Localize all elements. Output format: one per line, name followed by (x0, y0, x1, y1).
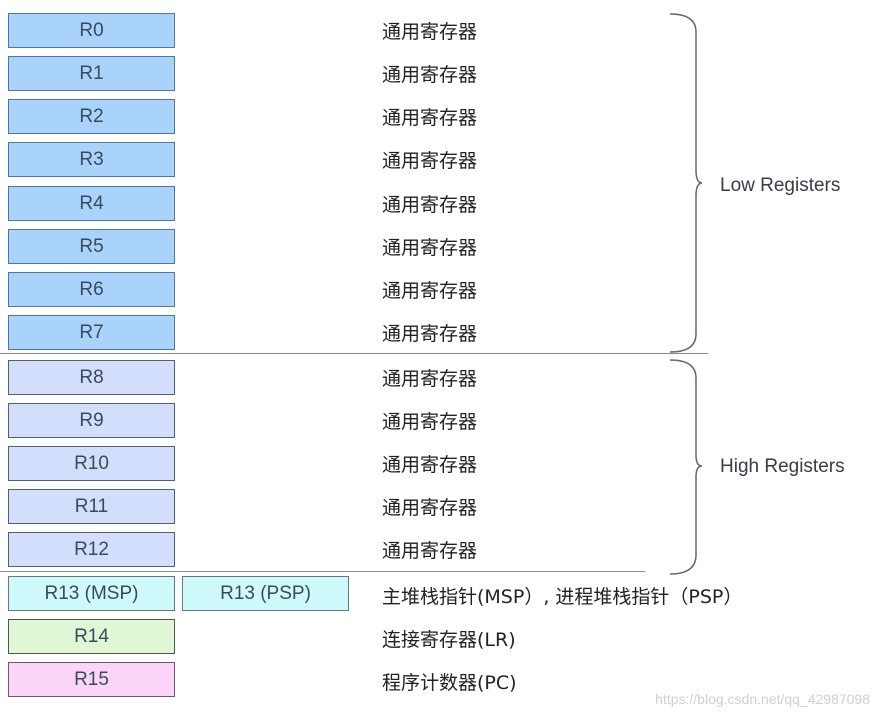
register-r2: R2 (8, 99, 175, 134)
register-r6: R6 (8, 272, 175, 307)
register-r13-psp: R13 (PSP) (182, 576, 349, 611)
high-registers-brace (669, 359, 703, 575)
register-r3-description: 通用寄存器 (382, 150, 478, 172)
register-r0: R0 (8, 13, 175, 48)
register-r10: R10 (8, 446, 175, 481)
register-r13-description: 主堆栈指针(MSP）, 进程堆栈指针（PSP） (382, 586, 743, 608)
register-r10-description: 通用寄存器 (382, 454, 478, 476)
register-r12: R12 (8, 532, 175, 567)
register-r1: R1 (8, 56, 175, 91)
register-r5-description: 通用寄存器 (382, 237, 478, 259)
register-r2-description: 通用寄存器 (382, 107, 478, 129)
low-high-divider (0, 353, 708, 354)
watermark: https://blog.csdn.net/qq_42987098 (655, 691, 870, 707)
register-r5: R5 (8, 229, 175, 264)
register-r7-description: 通用寄存器 (382, 323, 478, 345)
register-r13-msp: R13 (MSP) (8, 576, 175, 611)
register-r11: R11 (8, 489, 175, 524)
register-r8: R8 (8, 360, 175, 395)
register-r1-description: 通用寄存器 (382, 64, 478, 86)
low-registers-brace (669, 13, 703, 353)
register-r7: R7 (8, 315, 175, 350)
register-r4: R4 (8, 186, 175, 221)
register-r8-description: 通用寄存器 (382, 368, 478, 390)
high-registers-label: High Registers (720, 456, 845, 477)
register-r11-description: 通用寄存器 (382, 497, 478, 519)
register-r12-description: 通用寄存器 (382, 540, 478, 562)
register-r9: R9 (8, 403, 175, 438)
register-r0-description: 通用寄存器 (382, 21, 478, 43)
low-registers-label: Low Registers (720, 175, 841, 196)
register-r9-description: 通用寄存器 (382, 411, 478, 433)
high-special-divider (0, 571, 645, 572)
register-r15-description: 程序计数器(PC) (382, 672, 517, 694)
register-r14: R14 (8, 619, 175, 654)
register-r4-description: 通用寄存器 (382, 194, 478, 216)
register-r15: R15 (8, 662, 175, 697)
register-r14-description: 连接寄存器(LR) (382, 629, 516, 651)
register-r6-description: 通用寄存器 (382, 280, 478, 302)
register-r3: R3 (8, 142, 175, 177)
